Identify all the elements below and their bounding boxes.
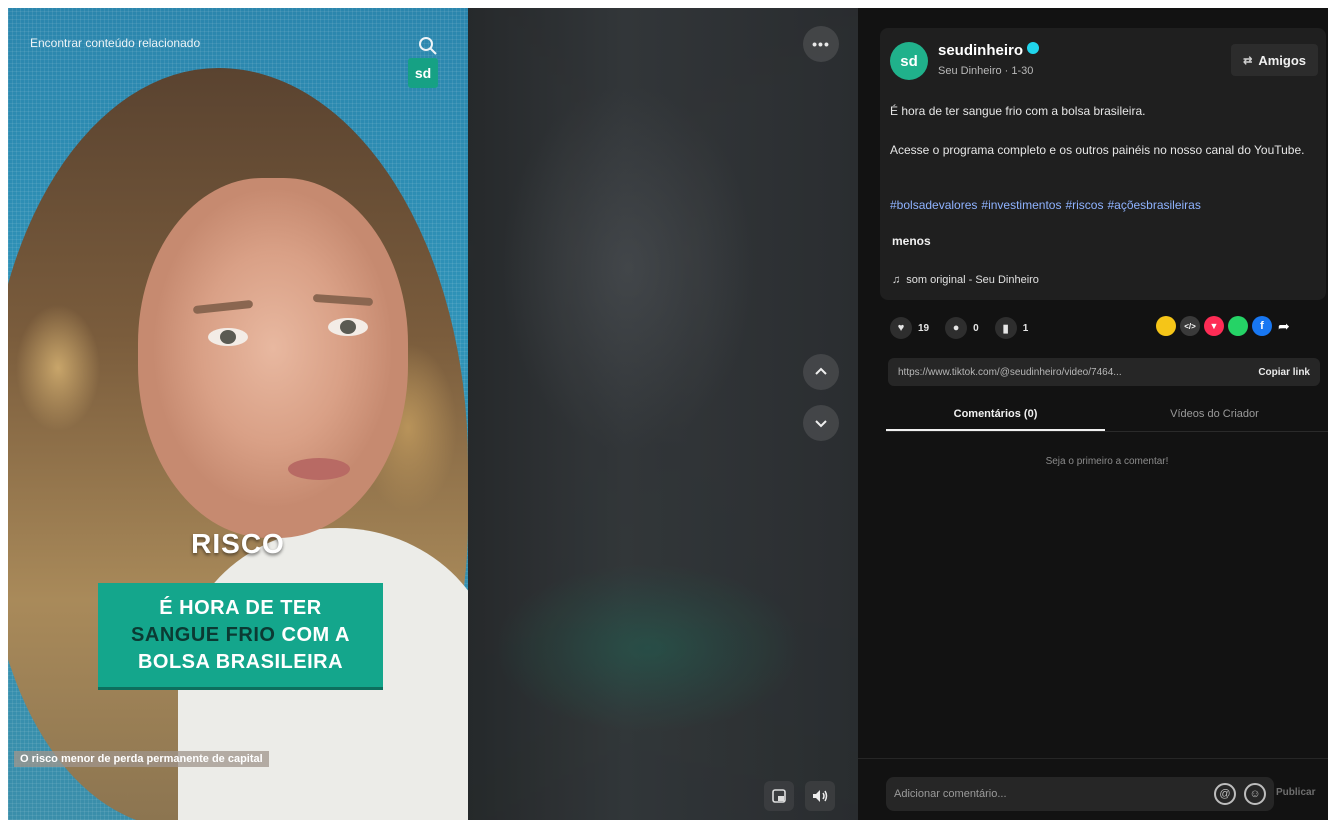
video-player[interactable]: Encontrar conteúdo relacionado sd RISCO … (8, 8, 468, 820)
embed-icon[interactable]: </> (1180, 316, 1200, 336)
friends-label: Amigos (1258, 52, 1306, 68)
comment-composer: Adicionar comentário... @ ☺ Publicar (858, 758, 1328, 820)
share-buttons: • </> ▼ ● f ➦ (1156, 316, 1290, 336)
left-brow (192, 299, 254, 315)
hashtags: #bolsadevalores #investimentos #riscos #açõ… (890, 198, 1205, 212)
caption-line-3: BOLSA BRASILEIRA (137, 650, 344, 673)
mouth (288, 458, 350, 480)
friends-share-icon[interactable]: • (1156, 316, 1176, 336)
hashtag-link[interactable]: #riscos (1065, 198, 1103, 212)
facebook-icon[interactable]: f (1252, 316, 1272, 336)
caption-line-2-rest: COM A (275, 623, 350, 646)
tab-creator-videos[interactable]: Vídeos do Criador (1105, 396, 1324, 431)
swap-arrows-icon: ⇄ (1243, 54, 1253, 67)
next-video-button[interactable] (803, 405, 839, 441)
description-line-1: É hora de ter sangue frio com a bolsa br… (890, 104, 1146, 118)
friends-button[interactable]: ⇄ Amigos (1231, 44, 1318, 76)
right-brow (312, 293, 374, 307)
username-text[interactable]: seudinheiro (938, 42, 1023, 59)
comment-input[interactable]: Adicionar comentário... @ ☺ (886, 777, 1274, 811)
speaker-icon (813, 790, 828, 802)
left-eye (208, 328, 248, 346)
comment-count: 0 (973, 322, 979, 334)
save-button[interactable]: ▮ 1 (994, 317, 1029, 339)
post-comment-button[interactable]: Publicar (1276, 787, 1315, 798)
blurred-background (468, 8, 858, 820)
picture-in-picture-button[interactable] (764, 781, 794, 811)
channel-logo-badge: sd (408, 58, 438, 88)
panel-tabs: Comentários (0) Vídeos do Criador (886, 396, 1328, 432)
comment-placeholder[interactable]: Adicionar comentário... (894, 788, 1206, 800)
copy-link-bar: https://www.tiktok.com/@seudinheiro/vide… (888, 358, 1320, 386)
pip-icon (772, 789, 786, 803)
video-url[interactable]: https://www.tiktok.com/@seudinheiro/vide… (888, 367, 1248, 378)
tiktok-video-viewer: Encontrar conteúdo relacionado sd RISCO … (8, 8, 1328, 820)
author-subline: Seu Dinheiro · 1-30 (938, 65, 1034, 77)
caption-title: RISCO (191, 528, 285, 559)
more-options-button[interactable]: ••• (803, 26, 839, 62)
tab-comments[interactable]: Comentários (0) (886, 396, 1105, 431)
video-subtitle-label: O risco menor de perda permanente de cap… (14, 751, 269, 767)
video-subject-face (138, 178, 408, 538)
related-search-link[interactable]: Encontrar conteúdo relacionado (30, 36, 200, 50)
whatsapp-icon[interactable]: ● (1228, 316, 1248, 336)
caption-line-1: É HORA DE TER (159, 596, 322, 619)
search-icon[interactable] (418, 36, 438, 56)
like-count: 19 (918, 322, 930, 334)
hashtag-link[interactable]: #bolsadevalores (890, 198, 977, 212)
copy-link-button[interactable]: Copiar link (1248, 367, 1320, 378)
caption-line-2: SANGUE FRIO COM A (131, 622, 350, 649)
chevron-up-icon (815, 367, 827, 375)
description-line-2: Acesse o programa completo e os outros p… (890, 143, 1305, 157)
save-count: 1 (1022, 322, 1029, 334)
caption-box: É HORA DE TER SANGUE FRIO COM A BOLSA BR… (98, 583, 383, 687)
like-button[interactable]: ♥ 19 (890, 317, 929, 339)
hashtag-link[interactable]: #açõesbrasileiras (1107, 198, 1200, 212)
tiktok-repost-icon[interactable]: ▼ (1204, 316, 1224, 336)
avatar[interactable]: sd (890, 42, 928, 80)
share-arrow-icon[interactable]: ➦ (1278, 318, 1290, 335)
volume-button[interactable] (805, 781, 835, 811)
post-description-card: sd seudinheiro Seu Dinheiro · 1-30 ⇄ Ami… (880, 28, 1326, 300)
mention-icon[interactable]: @ (1214, 783, 1236, 805)
comment-button[interactable]: ● 0 (945, 317, 979, 339)
empty-comments-message: Seja o primeiro a comentar! (1045, 456, 1169, 467)
chevron-down-icon (815, 420, 827, 428)
show-less-button[interactable]: menos (892, 234, 931, 248)
comment-bubble-icon: ● (945, 317, 968, 339)
details-panel: sd seudinheiro Seu Dinheiro · 1-30 ⇄ Ami… (858, 8, 1328, 820)
verified-badge-icon (1027, 42, 1040, 54)
sound-name[interactable]: som original - Seu Dinheiro (906, 274, 1039, 286)
hashtag-link[interactable]: #investimentos (981, 198, 1061, 212)
heart-icon: ♥ (890, 317, 912, 339)
emoji-icon[interactable]: ☺ (1244, 783, 1266, 805)
bookmark-icon: ▮ (994, 317, 1017, 339)
previous-video-button[interactable] (803, 354, 839, 390)
music-note-icon: ♫ (892, 274, 901, 286)
right-eye (328, 318, 368, 336)
sound-link[interactable]: ♫ som original - Seu Dinheiro (892, 274, 1039, 286)
author-username[interactable]: seudinheiro (938, 42, 1040, 59)
engagement-actions: ♥ 19 ● 0 ▮ 1 (890, 316, 1028, 340)
video-stage: Encontrar conteúdo relacionado sd RISCO … (8, 8, 858, 820)
caption-highlight: SANGUE FRIO (131, 623, 276, 646)
